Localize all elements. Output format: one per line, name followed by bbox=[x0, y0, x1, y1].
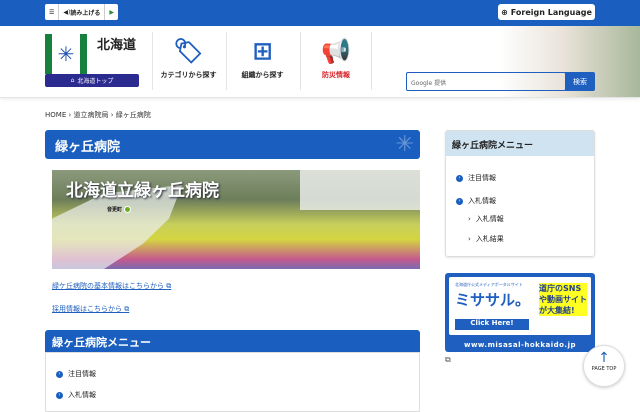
main-menu: › 注目情報 › 入札情報 bbox=[45, 352, 420, 412]
external-link-icon: ⧉ bbox=[166, 282, 172, 290]
breadcrumb-home[interactable]: HOME bbox=[45, 111, 66, 119]
chevron-right-icon: › bbox=[468, 235, 471, 243]
side-submenu-item[interactable]: › 入札結果 bbox=[468, 234, 504, 244]
home-icon: ⌂ bbox=[70, 77, 75, 84]
side-menu: 緑ヶ丘病院メニュー › 注目情報 › 入札情報 › 入札情報 › 入札結果 bbox=[445, 130, 595, 257]
building-image bbox=[300, 170, 420, 210]
breadcrumb-bureau[interactable]: 道立病院局 bbox=[74, 111, 109, 119]
top-bar: ☰ ◀) 読み上げる ▶ ⊕ Foreign Language bbox=[0, 0, 640, 26]
basic-info-link[interactable]: 緑ケ丘病院の基本情報はこちらから ⧉ bbox=[52, 281, 171, 291]
foreign-language-button[interactable]: ⊕ Foreign Language bbox=[498, 4, 595, 20]
menu-item[interactable]: › 注目情報 bbox=[56, 369, 96, 379]
site-logo[interactable]: ✳ 北海道 ⌂ 北海道トップ bbox=[45, 34, 139, 87]
play-icon[interactable]: ▶ bbox=[105, 4, 118, 20]
town-marker: 音更町 bbox=[107, 206, 132, 213]
search-input[interactable]: Google 提供 bbox=[406, 72, 566, 91]
misasal-banner[interactable]: 北海道庁公式メディアポータルサイト ミササル。 Click Here! 道庁のS… bbox=[445, 273, 595, 352]
breadcrumb: HOME › 道立病院局 › 緑ヶ丘病院 bbox=[45, 111, 151, 119]
breadcrumb-current: 緑ヶ丘病院 bbox=[115, 111, 151, 119]
org-chart-icon: ⊞ bbox=[252, 37, 273, 65]
nav-organization[interactable]: ⊞ 組織から探す bbox=[226, 32, 298, 90]
chevron-right-icon: › bbox=[456, 197, 463, 205]
site-header: ✳ 北海道 ⌂ 北海道トップ 🏷 カテゴリから探す ⊞ 組織から探す 📢 防災情報 Go… bbox=[0, 26, 640, 98]
external-link-icon: ⧉ bbox=[124, 305, 130, 313]
location-dot bbox=[124, 206, 132, 213]
page-title: 緑ヶ丘病院 ✳ bbox=[45, 130, 420, 159]
globe-icon: ⊕ bbox=[501, 7, 508, 17]
nav-category[interactable]: 🏷 カテゴリから探す bbox=[152, 32, 224, 90]
menu-icon[interactable]: ☰ bbox=[45, 4, 60, 20]
recruit-link[interactable]: 採用情報はこちらから ⧉ bbox=[52, 304, 129, 314]
hokkaido-emblem-icon: ✳ bbox=[45, 34, 87, 74]
side-submenu-item[interactable]: › 入札情報 bbox=[468, 214, 504, 224]
megaphone-icon: 📢 bbox=[321, 37, 351, 65]
menu-item[interactable]: › 入札情報 bbox=[56, 390, 96, 400]
ad-panel: 北海道庁公式メディアポータルサイト ミササル。 Click Here! 道庁のS… bbox=[449, 277, 591, 335]
external-link-icon: ⧉ bbox=[445, 355, 451, 364]
main-menu-heading: 緑ヶ丘病院メニュー bbox=[45, 330, 420, 352]
search-button[interactable]: 検索 bbox=[565, 72, 595, 91]
hospital-banner: 北海道立緑ヶ丘病院 音更町 bbox=[52, 170, 420, 269]
arrow-up-icon: ↑ bbox=[598, 350, 610, 366]
chevron-right-icon: › bbox=[56, 370, 63, 378]
emblem-icon: ✳ bbox=[395, 132, 414, 157]
chevron-right-icon: › bbox=[468, 215, 471, 223]
read-aloud-button[interactable]: ◀) 読み上げる bbox=[59, 4, 106, 20]
tag-icon: 🏷 bbox=[173, 37, 204, 65]
accessibility-toolbar: ☰ ◀) 読み上げる ▶ bbox=[45, 4, 118, 20]
hokkaido-top-button[interactable]: ⌂ 北海道トップ bbox=[45, 74, 139, 87]
side-menu-item[interactable]: › 注目情報 bbox=[456, 173, 496, 183]
page-top-button[interactable]: ↑ PAGE TOP bbox=[583, 345, 625, 387]
side-menu-item[interactable]: › 入札情報 bbox=[456, 196, 496, 206]
chevron-right-icon: › bbox=[456, 174, 463, 182]
chevron-right-icon: › bbox=[56, 391, 63, 399]
nav-disaster[interactable]: 📢 防災情報 bbox=[300, 32, 372, 90]
